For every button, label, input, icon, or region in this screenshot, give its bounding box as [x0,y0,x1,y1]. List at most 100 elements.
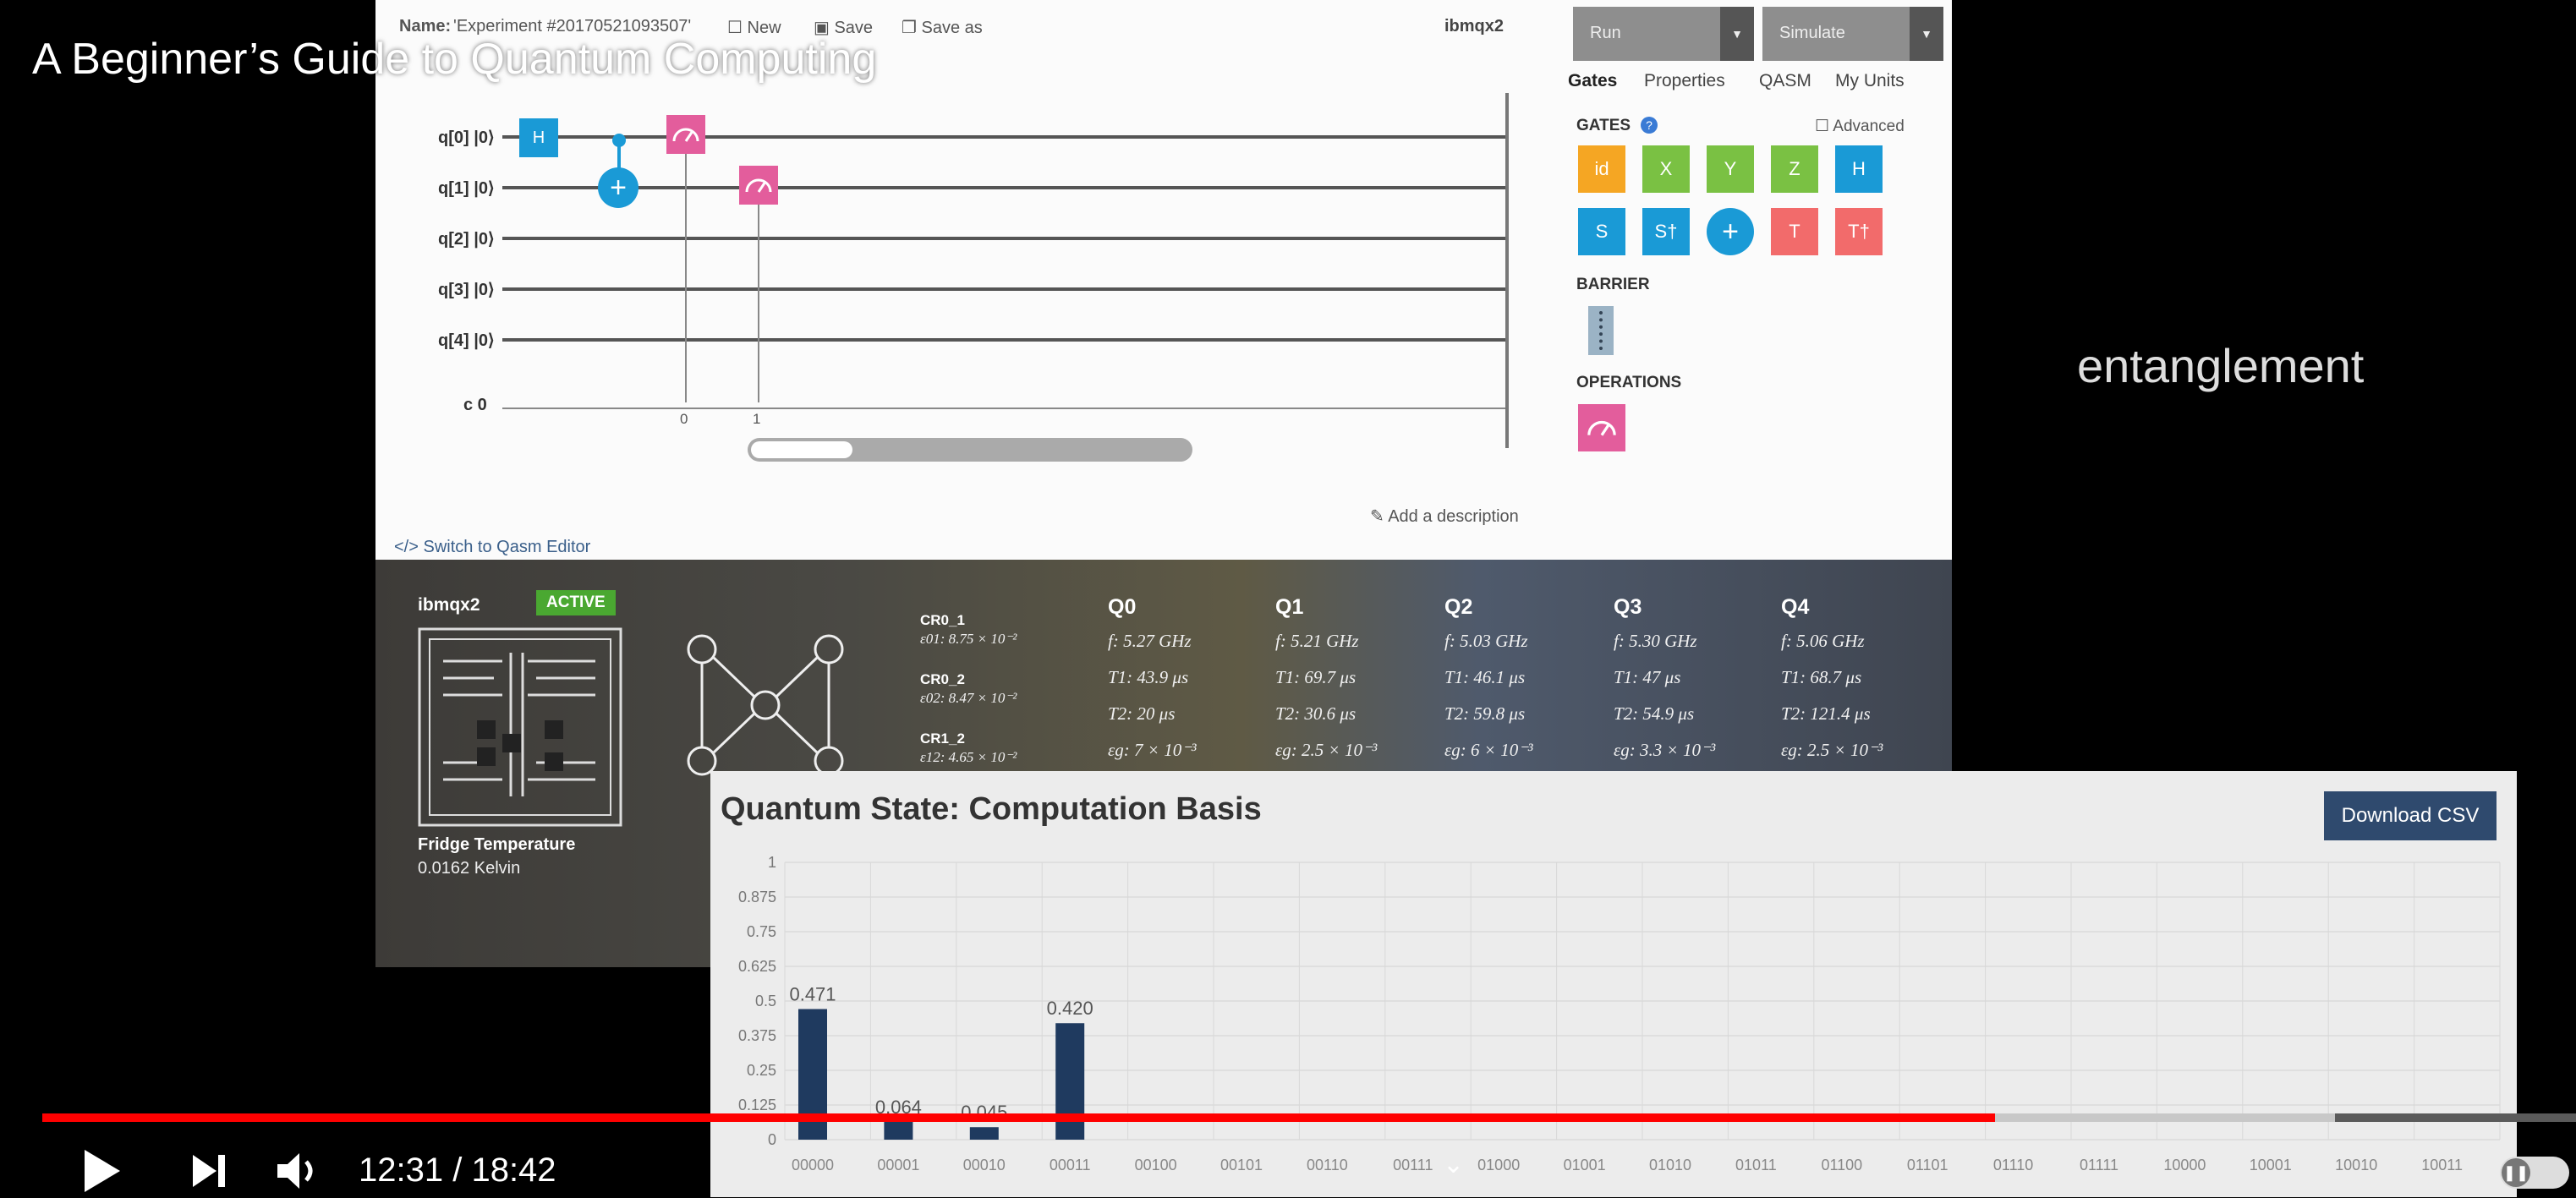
x-tick-label: 10001 [2250,1157,2292,1173]
qubit-header: Q1 [1275,595,1304,619]
measure-gate-q1[interactable] [739,166,778,205]
palette-t-dagger-gate[interactable]: T† [1835,208,1883,255]
scrollbar-thumb[interactable] [751,441,852,458]
advanced-checkbox[interactable]: ☐ Advanced [1815,117,1905,136]
cnot-target-icon[interactable]: + [598,167,639,208]
palette-y-gate[interactable]: Y [1707,145,1754,193]
coupling-value: ε01: 8.75 × 10⁻² [920,631,1017,647]
palette-t-gate[interactable]: T [1771,208,1818,255]
palette-h-gate[interactable]: H [1835,145,1883,193]
tab-qasm[interactable]: QASM [1759,71,1811,91]
classical-bit-label: 1 [753,411,761,427]
coupling-name: CR0_1 [920,612,965,628]
qubit-label-q1: q[1] |0⟩ [438,179,495,198]
add-description-link[interactable]: ✎ Add a description [1370,506,1519,527]
qubit-property: f: 5.30 GHz [1614,631,1697,651]
y-tick-label: 0.5 [755,993,776,1009]
switch-qasm-editor-link[interactable]: </> Switch to Qasm Editor [394,538,590,557]
play-icon [85,1150,120,1192]
time-current: 12:31 [359,1152,444,1189]
x-tick-label: 01110 [1993,1157,2033,1173]
qubit-label-q0: q[0] |0⟩ [438,129,495,147]
barrier-icon[interactable] [1588,306,1614,355]
x-tick-label: 01000 [1477,1157,1520,1173]
chevron-down-icon: ▼ [1720,7,1754,61]
x-tick-label: 01100 [1821,1157,1862,1173]
coupling-name: CR0_2 [920,671,965,687]
palette-measure-gate[interactable] [1578,404,1625,451]
classical-register-label: c 0 [463,396,487,414]
qubit-property: f: 5.27 GHz [1108,631,1192,651]
qubit-wire [502,338,1509,342]
palette-z-gate[interactable]: Z [1771,145,1818,193]
tab-gates[interactable]: Gates [1568,71,1617,91]
operations-heading: OPERATIONS [1576,374,1682,391]
circuit-scrollbar[interactable] [748,438,1192,462]
bar-chart: 0 0.125 0.25 0.375 0.5 0.625 0.75 0.875 1 0.471 00… [710,849,2517,1197]
x-tick-label: 01111 [2080,1157,2118,1173]
tab-my-units[interactable]: My Units [1835,71,1905,91]
palette-x-gate[interactable]: X [1642,145,1690,193]
x-tick-label: 10000 [2163,1157,2206,1173]
measure-line-q0 [685,154,687,402]
coupling-map-icon [687,634,844,776]
tab-properties[interactable]: Properties [1644,71,1725,91]
x-tick-label: 00101 [1220,1157,1263,1173]
volume-icon [277,1153,313,1189]
palette-cnot-gate[interactable]: + [1707,208,1754,255]
qubit-property: T1: 46.1 μs [1444,667,1526,687]
y-tick-label: 1 [768,854,776,871]
x-tick-label: 01001 [1564,1157,1606,1173]
qubit-header: Q2 [1444,595,1473,619]
x-tick-label: 00110 [1307,1157,1348,1173]
video-title[interactable]: A Beginner’s Guide to Quantum Computing [32,34,876,85]
y-tick-label: 0 [768,1131,776,1148]
volume-button[interactable] [274,1150,321,1196]
qubit-property: εg: 7 × 10⁻³ [1108,740,1197,760]
x-tick-label: 01011 [1735,1157,1777,1173]
info-icon[interactable]: ? [1641,117,1658,134]
save-as-button[interactable]: ❐ Save as [902,17,983,38]
fridge-temperature-value: 0.0162 Kelvin [418,859,521,878]
measure-gate-q0[interactable] [666,115,705,154]
barrier-heading: BARRIER [1576,276,1650,293]
qubit-property: εg: 3.3 × 10⁻³ [1614,740,1716,760]
simulate-dropdown[interactable]: Simulate ▼ [1762,7,1943,61]
palette-s-gate[interactable]: S [1578,208,1625,255]
play-button[interactable] [81,1148,122,1198]
qubit-property: T2: 30.6 μs [1275,703,1357,724]
qubit-property: f: 5.03 GHz [1444,631,1528,651]
chip-layout-icon [418,627,622,827]
data-label: 0.420 [1047,998,1093,1019]
x-tick-label: 00000 [792,1157,834,1173]
qubit-wire [502,186,1509,189]
qubit-label-q3: q[3] |0⟩ [438,281,495,299]
qubit-wire [502,287,1509,291]
progress-played [42,1113,1996,1122]
chevron-down-icon[interactable]: ⌄ [1443,1150,1464,1179]
download-csv-button[interactable]: Download CSV [2324,791,2497,840]
device-name: ibmqx2 [1444,17,1504,36]
bar [1055,1023,1085,1140]
qubit-wire [502,135,1509,139]
circuit-area[interactable]: q[0] |0⟩ q[1] |0⟩ q[2] |0⟩ q[3] |0⟩ q[4]… [375,93,1526,465]
chevron-down-icon: ▼ [1910,7,1943,61]
palette-id-gate[interactable]: id [1578,145,1625,193]
meter-icon [672,128,699,142]
time-display: 12:31 / 18:42 [359,1152,556,1190]
skip-next-icon [193,1155,225,1187]
run-dropdown[interactable]: Run ▼ [1573,7,1754,61]
qubit-property: εg: 2.5 × 10⁻³ [1275,740,1378,760]
pause-icon: ❚❚ [2502,1158,2530,1187]
x-tick-label: 00001 [877,1157,919,1173]
circuit-end-bar [1505,93,1509,448]
qubit-property: f: 5.06 GHz [1781,631,1865,651]
next-button[interactable] [189,1152,228,1195]
status-badge: ACTIVE [536,590,616,615]
autoplay-toggle[interactable]: ❚❚ [2500,1157,2569,1189]
coupling-name: CR1_2 [920,730,965,747]
h-gate[interactable]: H [519,118,558,157]
qubit-property: εg: 2.5 × 10⁻³ [1781,740,1883,760]
y-tick-label: 0.875 [738,889,776,905]
palette-s-dagger-gate[interactable]: S† [1642,208,1690,255]
